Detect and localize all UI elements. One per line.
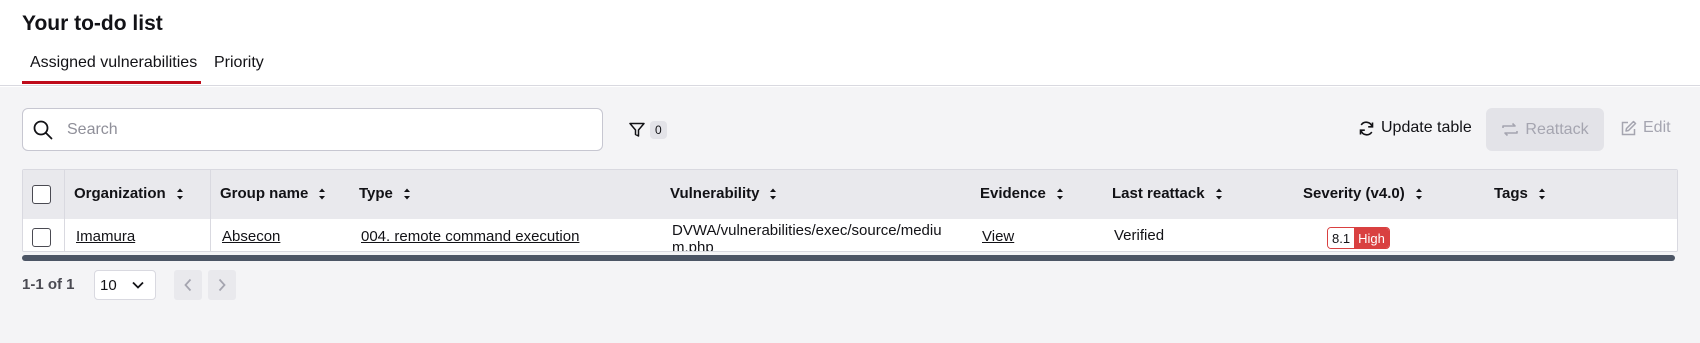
filter-count-badge: 0 bbox=[650, 121, 667, 139]
column-header-severity[interactable]: Severity (v4.0) bbox=[1303, 185, 1423, 202]
column-header-label: Last reattack bbox=[1112, 185, 1205, 202]
column-header-label: Tags bbox=[1494, 185, 1528, 202]
sort-icon bbox=[1538, 188, 1545, 199]
update-table-button[interactable]: Update table bbox=[1358, 119, 1472, 137]
vulnerability-location: DVWA/vulnerabilities/exec/source/medium.… bbox=[672, 222, 942, 252]
next-page-button[interactable] bbox=[208, 270, 236, 300]
column-header-label: Group name bbox=[220, 185, 309, 202]
page-header: Your to-do list Assigned vulnerabilities… bbox=[0, 0, 1700, 86]
page-size-select[interactable]: 10 bbox=[94, 270, 156, 300]
edit-button[interactable]: Edit bbox=[1620, 119, 1671, 137]
select-all-checkbox[interactable] bbox=[32, 185, 51, 204]
sort-icon bbox=[770, 188, 777, 199]
filter-button[interactable]: 0 bbox=[628, 119, 667, 141]
group-name-link[interactable]: Absecon bbox=[222, 228, 280, 245]
column-header-label: Vulnerability bbox=[670, 185, 760, 202]
chevron-left-icon bbox=[184, 278, 192, 292]
column-header-tags[interactable]: Tags bbox=[1494, 185, 1546, 202]
column-header-label: Organization bbox=[74, 185, 166, 202]
column-header-vulnerability[interactable]: Vulnerability bbox=[670, 185, 777, 202]
previous-page-button[interactable] bbox=[174, 270, 202, 300]
sort-icon bbox=[1215, 188, 1222, 199]
edit-label: Edit bbox=[1643, 119, 1671, 136]
evidence-view-link[interactable]: View bbox=[982, 228, 1014, 245]
filter-icon bbox=[629, 122, 645, 137]
vulnerability-type-link[interactable]: 004. remote command execution bbox=[361, 228, 579, 245]
chevron-down-icon bbox=[132, 281, 144, 289]
column-header-group-name[interactable]: Group name bbox=[220, 185, 326, 202]
sort-icon bbox=[403, 188, 410, 199]
search-box bbox=[22, 108, 603, 151]
column-header-last-reattack[interactable]: Last reattack bbox=[1112, 185, 1223, 202]
sort-icon bbox=[1056, 188, 1063, 199]
search-input[interactable] bbox=[67, 110, 587, 149]
refresh-icon bbox=[1359, 120, 1374, 136]
column-divider bbox=[210, 170, 211, 251]
column-header-organization[interactable]: Organization bbox=[74, 185, 184, 202]
last-reattack-status: Verified bbox=[1114, 227, 1165, 244]
vulnerabilities-table: Organization Group name Type Vulnerabili… bbox=[22, 169, 1678, 252]
column-header-type[interactable]: Type bbox=[359, 185, 411, 202]
chevron-right-icon bbox=[218, 278, 226, 292]
reattack-label: Reattack bbox=[1525, 120, 1589, 138]
row-checkbox[interactable] bbox=[32, 228, 51, 247]
sort-icon bbox=[319, 188, 326, 199]
organization-link[interactable]: Imamura bbox=[76, 228, 135, 245]
page-size-value: 10 bbox=[100, 277, 117, 294]
sort-icon bbox=[1415, 188, 1422, 199]
main-content: 0 Update table Reattack Edit Organi bbox=[0, 87, 1700, 343]
column-header-evidence[interactable]: Evidence bbox=[980, 185, 1064, 202]
edit-icon bbox=[1621, 120, 1637, 135]
severity-badge: 8.1 High bbox=[1327, 227, 1390, 249]
page-title: Your to-do list bbox=[22, 12, 163, 35]
tab-assigned-vulnerabilities[interactable]: Assigned vulnerabilities bbox=[30, 54, 197, 72]
column-header-label: Evidence bbox=[980, 185, 1046, 202]
update-table-label: Update table bbox=[1381, 119, 1472, 136]
active-tab-indicator bbox=[22, 81, 201, 84]
tab-priority[interactable]: Priority bbox=[214, 54, 264, 72]
horizontal-scrollbar[interactable] bbox=[22, 255, 1675, 261]
severity-label: High bbox=[1354, 228, 1389, 248]
reattack-icon bbox=[1502, 122, 1519, 137]
pagination-summary: 1-1 of 1 bbox=[22, 276, 75, 293]
reattack-button[interactable]: Reattack bbox=[1486, 108, 1604, 151]
search-icon bbox=[33, 120, 53, 140]
column-header-label: Type bbox=[359, 185, 393, 202]
sort-icon bbox=[176, 188, 183, 199]
column-divider bbox=[64, 170, 65, 251]
column-header-label: Severity (v4.0) bbox=[1303, 185, 1405, 202]
severity-score: 8.1 bbox=[1328, 228, 1355, 248]
